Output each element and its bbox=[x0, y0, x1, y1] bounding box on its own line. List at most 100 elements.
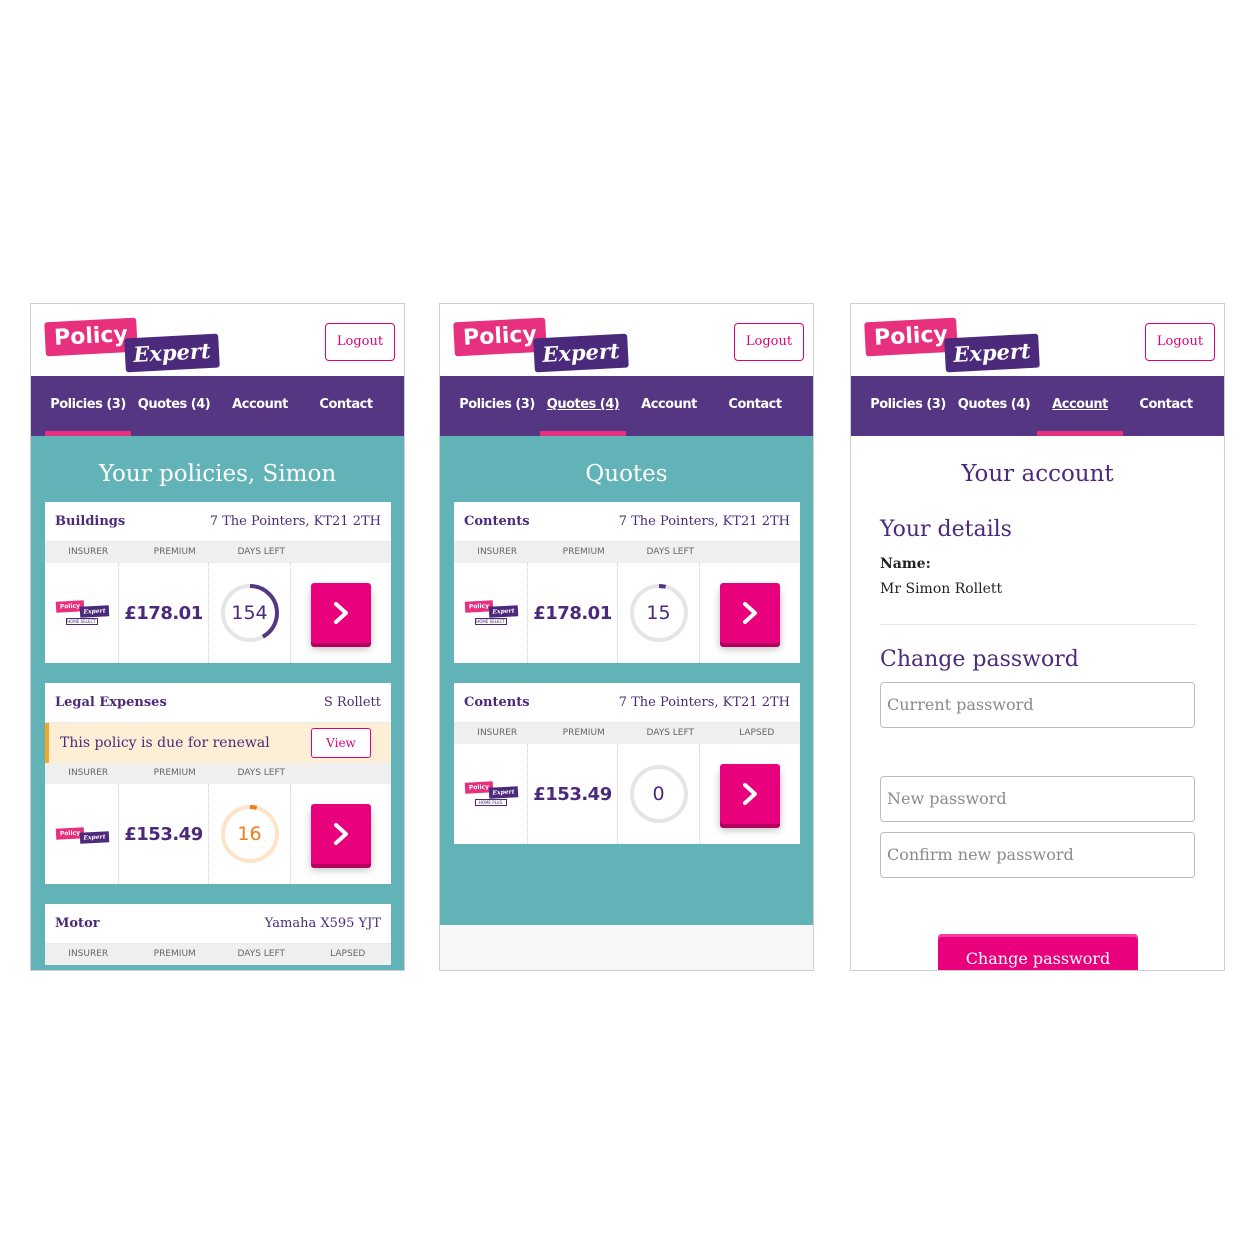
tab-contact[interactable]: Contact bbox=[712, 376, 798, 436]
card-body: Policy Expert HOME SELECT £178.01 15 bbox=[454, 563, 800, 663]
card-body: Policy Expert £153.49 16 bbox=[45, 784, 391, 884]
card-header: Contents 7 The Pointers, KT21 2TH bbox=[454, 502, 800, 542]
col-premium: Premium bbox=[153, 768, 196, 778]
col-blank bbox=[714, 542, 801, 563]
main-nav: Policies (3) Quotes (4) Account Contact bbox=[851, 376, 1224, 436]
name-value: Mr Simon Rollett bbox=[880, 581, 1003, 597]
page-footer bbox=[440, 925, 813, 970]
tab-quotes-label: Quotes (4) bbox=[546, 397, 620, 412]
days-left-value: 154 bbox=[231, 602, 268, 624]
tab-quotes-label: Quotes (4) bbox=[957, 397, 1031, 412]
policy-address: Yamaha X595 YJT bbox=[264, 916, 381, 931]
col-days-left: Days left bbox=[237, 547, 286, 557]
col-lapsed: Lapsed bbox=[330, 949, 366, 959]
logout-button[interactable]: Logout bbox=[734, 323, 804, 361]
days-left-value: 16 bbox=[237, 823, 262, 845]
tab-policies[interactable]: Policies (3) bbox=[865, 376, 951, 436]
col-premium: Premium bbox=[153, 547, 196, 557]
col-premium: Premium bbox=[153, 949, 196, 959]
card-header: Contents 7 The Pointers, KT21 2TH bbox=[454, 683, 800, 723]
change-password-heading: Change password bbox=[880, 647, 1079, 672]
policy-expert-logo[interactable]: Policy Expert bbox=[453, 316, 630, 373]
days-left-ring: 16 bbox=[220, 804, 280, 864]
tab-contact[interactable]: Contact bbox=[303, 376, 389, 436]
logo-expert-text: Expert bbox=[944, 333, 1040, 373]
policy-card: Motor Yamaha X595 YJT Insurer Premium Da… bbox=[45, 904, 391, 965]
details-heading: Your details bbox=[880, 517, 1012, 542]
header: Policy Expert Logout bbox=[851, 304, 1224, 376]
col-days-left: Days left bbox=[237, 768, 286, 778]
tab-account[interactable]: Account bbox=[217, 376, 303, 436]
open-quote-button[interactable] bbox=[720, 583, 780, 643]
column-headers: Insurer Premium Days left bbox=[454, 542, 800, 563]
policy-expert-logo[interactable]: Policy Expert bbox=[864, 316, 1041, 373]
column-headers: Insurer Premium Days left bbox=[45, 763, 391, 784]
name-label: Name: bbox=[880, 556, 931, 572]
main-nav: Policies (3) Quotes (4) Account Contact bbox=[31, 376, 404, 436]
page-title: Your policies, Simon bbox=[98, 461, 337, 487]
tab-quotes[interactable]: Quotes (4) bbox=[131, 376, 217, 436]
page-title: Quotes bbox=[585, 461, 668, 487]
confirm-password-field[interactable]: Confirm new password bbox=[880, 832, 1195, 878]
policy-card: Legal Expenses S Rollett This policy is … bbox=[45, 683, 391, 884]
policy-card: Buildings 7 The Pointers, KT21 2TH Insur… bbox=[45, 502, 391, 663]
open-quote-button[interactable] bbox=[720, 764, 780, 824]
policy-address: S Rollett bbox=[323, 695, 381, 710]
col-blank bbox=[305, 763, 392, 784]
days-left-ring: 154 bbox=[220, 583, 280, 643]
col-insurer: Insurer bbox=[477, 728, 518, 738]
policy-expert-logo[interactable]: Policy Expert bbox=[44, 316, 221, 373]
header: Policy Expert Logout bbox=[440, 304, 813, 376]
column-headers: Insurer Premium Days left Lapsed bbox=[45, 944, 391, 965]
current-password-field[interactable]: Current password bbox=[880, 682, 1195, 728]
logout-button[interactable]: Logout bbox=[325, 323, 395, 361]
premium-value: £153.49 bbox=[124, 823, 203, 845]
open-policy-button[interactable] bbox=[311, 804, 371, 864]
new-password-field[interactable]: New password bbox=[880, 776, 1195, 822]
premium-value: £178.01 bbox=[533, 602, 612, 624]
open-policy-button[interactable] bbox=[311, 583, 371, 643]
policies-screen: Policy Expert Logout Policies (3) Quotes… bbox=[30, 303, 405, 971]
renewal-text: This policy is due for renewal bbox=[60, 735, 270, 751]
tab-account-label: Account bbox=[1052, 397, 1108, 412]
logo-policy-text: Policy bbox=[44, 317, 138, 357]
days-left-ring: 0 bbox=[629, 764, 689, 824]
card-header: Motor Yamaha X595 YJT bbox=[45, 904, 391, 944]
tab-quotes[interactable]: Quotes (4) bbox=[951, 376, 1037, 436]
tab-contact-label: Contact bbox=[1139, 397, 1193, 412]
quote-address: 7 The Pointers, KT21 2TH bbox=[618, 514, 790, 529]
tab-account[interactable]: Account bbox=[626, 376, 712, 436]
logo-policy-text: Policy bbox=[864, 317, 958, 357]
account-screen: Policy Expert Logout Policies (3) Quotes… bbox=[850, 303, 1225, 971]
quote-address: 7 The Pointers, KT21 2TH bbox=[618, 695, 790, 710]
chevron-right-icon bbox=[743, 783, 757, 805]
premium-value: £153.49 bbox=[533, 783, 612, 805]
tab-contact[interactable]: Contact bbox=[1123, 376, 1209, 436]
days-left-ring: 15 bbox=[629, 583, 689, 643]
quote-card: Contents 7 The Pointers, KT21 2TH Insure… bbox=[454, 683, 800, 844]
quote-card: Contents 7 The Pointers, KT21 2TH Insure… bbox=[454, 502, 800, 663]
section-divider bbox=[880, 624, 1196, 625]
tab-account-label: Account bbox=[641, 397, 697, 412]
insurer-logo: Policy Expert bbox=[54, 820, 110, 848]
tab-policies[interactable]: Policies (3) bbox=[454, 376, 540, 436]
tab-policies-label: Policies (3) bbox=[870, 397, 946, 412]
col-lapsed: Lapsed bbox=[739, 728, 775, 738]
logout-button[interactable]: Logout bbox=[1145, 323, 1215, 361]
column-headers: Insurer Premium Days left bbox=[45, 542, 391, 563]
col-days-left: Days left bbox=[646, 728, 695, 738]
tab-account[interactable]: Account bbox=[1037, 376, 1123, 436]
col-insurer: Insurer bbox=[477, 547, 518, 557]
policy-type: Legal Expenses bbox=[55, 695, 167, 710]
tab-policies[interactable]: Policies (3) bbox=[45, 376, 131, 436]
page-title: Your account bbox=[961, 461, 1114, 487]
tab-quotes[interactable]: Quotes (4) bbox=[540, 376, 626, 436]
view-renewal-button[interactable]: View bbox=[311, 728, 371, 758]
change-password-button[interactable]: Change password bbox=[938, 934, 1138, 970]
quotes-screen: Policy Expert Logout Policies (3) Quotes… bbox=[439, 303, 814, 971]
tab-contact-label: Contact bbox=[728, 397, 782, 412]
col-premium: Premium bbox=[562, 547, 605, 557]
card-body: Policy Expert HOME PLUS £153.49 0 bbox=[454, 744, 800, 844]
col-premium: Premium bbox=[562, 728, 605, 738]
policies-panel: Your policies, Simon Buildings 7 The Poi… bbox=[31, 436, 404, 970]
